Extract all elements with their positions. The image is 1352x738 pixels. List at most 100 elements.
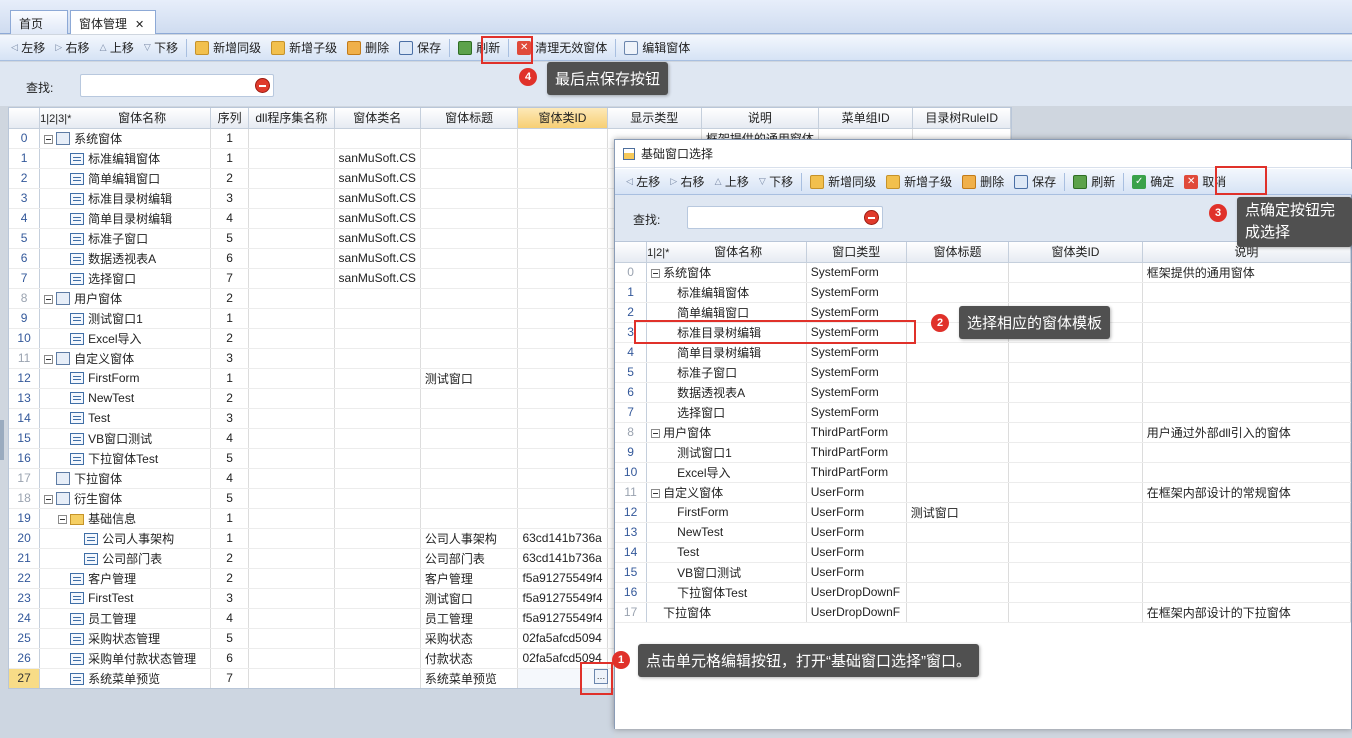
dll-cell[interactable] (248, 508, 335, 529)
class-cell[interactable] (334, 368, 421, 389)
title-cell[interactable] (420, 308, 519, 329)
note-cell[interactable] (1142, 462, 1351, 483)
row-number[interactable]: 16 (615, 582, 648, 603)
window-type-cell[interactable]: ThirdPartForm (806, 442, 907, 463)
note-cell[interactable] (1142, 402, 1351, 423)
seq-cell[interactable]: 1 (210, 508, 250, 529)
window-type-cell[interactable]: UserForm (806, 562, 907, 583)
title-cell[interactable] (420, 428, 519, 449)
seq-cell[interactable]: 3 (210, 188, 250, 209)
title-cell[interactable] (420, 208, 519, 229)
class-id-cell[interactable] (517, 248, 608, 269)
seq-cell[interactable]: 2 (210, 568, 250, 589)
tree-cell[interactable]: 系统菜单预览 (39, 668, 211, 688)
seq-cell[interactable]: 5 (210, 628, 250, 649)
row-number[interactable]: 7 (9, 268, 41, 289)
tree-cell[interactable]: VB窗口测试 (39, 428, 211, 449)
class-id-cell[interactable] (1008, 342, 1143, 363)
class-id-cell[interactable] (517, 148, 608, 169)
tree-cell[interactable]: 员工管理 (39, 608, 211, 629)
table-row[interactable]: 15 VB窗口测试 UserForm (615, 562, 1351, 583)
row-number[interactable]: 17 (615, 602, 648, 623)
window-type-cell[interactable]: UserForm (806, 542, 907, 563)
delete-button[interactable]: 删除 (342, 37, 394, 59)
note-cell[interactable] (1142, 362, 1351, 383)
seq-cell[interactable]: 2 (210, 388, 250, 409)
table-row[interactable]: 17 下拉窗体 UserDropDownF 在框架内部设计的下拉窗体 (615, 602, 1351, 623)
class-id-cell[interactable] (517, 388, 608, 409)
tree-cell[interactable]: Test (39, 408, 211, 429)
note-cell[interactable] (1142, 562, 1351, 583)
tree-cell[interactable]: FirstForm (39, 368, 211, 389)
title-cell[interactable] (906, 602, 1010, 623)
row-number[interactable]: 5 (615, 362, 648, 383)
dll-cell[interactable] (248, 128, 335, 149)
seq-cell[interactable]: 1 (210, 148, 250, 169)
level-1[interactable]: 1 (40, 113, 46, 125)
tree-cell[interactable]: 用户窗体 (39, 288, 211, 309)
row-number[interactable]: 8 (9, 288, 41, 309)
class-id-cell[interactable] (517, 468, 608, 489)
dll-cell[interactable] (248, 308, 335, 329)
clear-search-icon[interactable] (255, 78, 270, 93)
class-id-cell[interactable] (1008, 282, 1143, 303)
tree-cell[interactable]: FirstTest (39, 588, 211, 609)
level-3[interactable]: 3 (58, 113, 64, 125)
table-row[interactable]: 9 测试窗口1 ThirdPartForm (615, 442, 1351, 463)
tree-cell[interactable]: 测试窗口1 (39, 308, 211, 329)
class-id-cell[interactable] (517, 348, 608, 369)
level-1[interactable]: 1 (647, 247, 653, 259)
seq-cell[interactable]: 5 (210, 228, 250, 249)
dialog-save-button[interactable]: 保存 (1009, 171, 1061, 193)
table-row[interactable]: 11 自定义窗体 UserForm 在框架内部设计的常规窗体 (615, 482, 1351, 503)
dll-cell[interactable] (248, 148, 335, 169)
row-number[interactable]: 15 (615, 562, 648, 583)
dialog-name-column-header[interactable]: 1|2|* 窗体名称 (646, 242, 807, 263)
title-cell[interactable] (420, 408, 519, 429)
dialog-move-left-button[interactable]: ◁ 左移 (621, 171, 665, 193)
row-number[interactable]: 9 (9, 308, 41, 329)
window-type-cell[interactable]: UserDropDownF (806, 582, 907, 603)
class-id-cell[interactable] (1008, 422, 1143, 443)
tree-rule-column-header[interactable]: 目录树RuleID (912, 108, 1011, 129)
window-type-cell[interactable]: SystemForm (806, 282, 907, 303)
dll-cell[interactable] (248, 488, 335, 509)
class-cell[interactable] (334, 388, 421, 409)
class-id-cell[interactable] (1008, 522, 1143, 543)
dll-cell[interactable] (248, 268, 335, 289)
note-cell[interactable]: 在框架内部设计的下拉窗体 (1142, 602, 1351, 623)
title-cell[interactable] (420, 448, 519, 469)
collapse-icon[interactable] (58, 514, 68, 524)
title-cell[interactable] (906, 362, 1010, 383)
title-cell[interactable] (420, 228, 519, 249)
table-row[interactable]: 16 下拉窗体Test UserDropDownF (615, 582, 1351, 603)
title-cell[interactable] (906, 342, 1010, 363)
title-cell[interactable] (420, 168, 519, 189)
dll-cell[interactable] (248, 648, 335, 669)
window-type-cell[interactable]: UserForm (806, 482, 907, 503)
title-cell[interactable] (420, 388, 519, 409)
title-cell[interactable] (906, 262, 1010, 283)
row-number[interactable]: 18 (9, 488, 41, 509)
class-id-cell[interactable]: f5a91275549f4 (517, 588, 608, 609)
note-cell[interactable] (1142, 342, 1351, 363)
seq-cell[interactable]: 4 (210, 608, 250, 629)
move-left-button[interactable]: ◁ 左移 (6, 37, 50, 59)
dll-cell[interactable] (248, 228, 335, 249)
note-cell[interactable] (1142, 502, 1351, 523)
class-id-cell[interactable] (517, 328, 608, 349)
class-cell[interactable] (334, 508, 421, 529)
class-column-header[interactable]: 窗体类名 (334, 108, 421, 129)
tree-cell[interactable]: 标准子窗口 (39, 228, 211, 249)
seq-cell[interactable]: 3 (210, 588, 250, 609)
class-id-cell[interactable] (1008, 402, 1143, 423)
title-cell[interactable] (906, 442, 1010, 463)
collapse-icon[interactable] (651, 268, 661, 278)
level-all[interactable]: * (665, 247, 669, 259)
tree-cell[interactable]: 衍生窗体 (39, 488, 211, 509)
dll-cell[interactable] (248, 548, 335, 569)
seq-cell[interactable]: 2 (210, 168, 250, 189)
dialog-title-column-header[interactable]: 窗体标题 (906, 242, 1010, 263)
title-cell[interactable] (420, 328, 519, 349)
dialog-refresh-button[interactable]: 刷新 (1068, 171, 1120, 193)
